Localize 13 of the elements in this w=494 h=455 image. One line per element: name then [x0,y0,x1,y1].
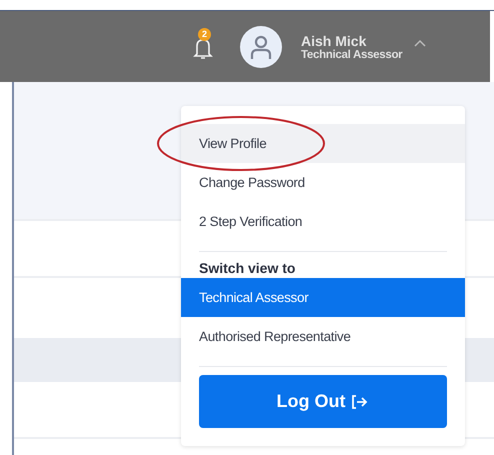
menu-item[interactable]: Change Password [181,163,465,202]
logout-button[interactable]: Log Out [199,375,447,428]
view-option[interactable]: Authorised Representative [181,317,465,356]
logout-icon [351,394,370,410]
user-role: Technical Assessor [301,48,402,60]
menu-item[interactable]: View Profile [181,124,465,163]
chevron-up-icon[interactable] [414,38,426,46]
menu-item[interactable]: 2 Step Verification [181,202,465,241]
user-name: Aish Mick [301,32,368,48]
view-option[interactable]: Technical Assessor [181,278,465,317]
notification-count: 2 [198,28,211,40]
section-heading: Switch view to [198,259,296,278]
avatar-icon[interactable] [240,26,282,68]
